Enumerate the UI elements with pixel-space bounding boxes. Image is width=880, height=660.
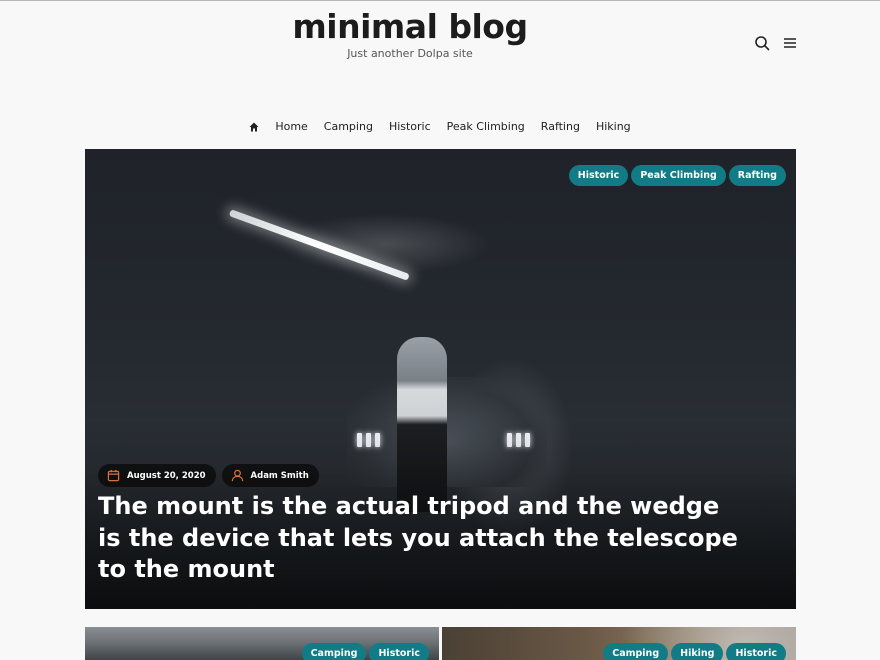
featured-post-title[interactable]: The mount is the actual tripod and the w…	[98, 491, 738, 586]
tag-camping[interactable]: Camping	[603, 643, 669, 660]
nav-item-hiking[interactable]: Hiking	[596, 120, 631, 133]
post-date-text: August 20, 2020	[127, 470, 206, 481]
tag-historic[interactable]: Historic	[369, 643, 429, 660]
post-card-tags: Camping Hiking Historic	[603, 643, 786, 660]
post-card[interactable]: Camping Historic	[85, 627, 439, 660]
main-nav: Home Camping Historic Peak Climbing Raft…	[0, 120, 880, 133]
tag-camping[interactable]: Camping	[301, 643, 367, 660]
hero-image-lamp	[228, 209, 410, 281]
site-description: Just another Dolpa site	[347, 47, 473, 60]
user-icon	[231, 469, 243, 482]
post-card-tags: Camping Historic	[301, 643, 429, 660]
tag-hiking[interactable]: Hiking	[671, 643, 724, 660]
tag-rafting[interactable]: Rafting	[728, 165, 786, 186]
search-icon[interactable]	[754, 35, 770, 51]
nav-item-peak-climbing[interactable]: Peak Climbing	[447, 120, 525, 133]
nav-item-historic[interactable]: Historic	[389, 120, 431, 133]
nav-item-camping[interactable]: Camping	[324, 120, 373, 133]
tag-historic[interactable]: Historic	[568, 165, 629, 186]
calendar-icon	[107, 469, 120, 482]
site-title[interactable]: minimal blog	[0, 7, 820, 46]
featured-post[interactable]: Historic Peak Climbing Rafting August 20…	[85, 149, 796, 609]
header-icons	[754, 35, 798, 51]
post-card[interactable]: Camping Hiking Historic	[442, 627, 796, 660]
post-meta: August 20, 2020 Adam Smith	[98, 464, 319, 487]
menu-icon[interactable]	[782, 35, 798, 51]
post-author[interactable]: Adam Smith	[221, 464, 319, 487]
home-icon[interactable]	[249, 122, 259, 132]
post-author-text: Adam Smith	[250, 470, 309, 481]
nav-item-home[interactable]: Home	[275, 120, 307, 133]
tag-peak-climbing[interactable]: Peak Climbing	[631, 165, 726, 186]
featured-post-tags: Historic Peak Climbing Rafting	[568, 165, 786, 186]
tag-historic[interactable]: Historic	[726, 643, 786, 660]
post-date[interactable]: August 20, 2020	[98, 464, 216, 487]
nav-item-rafting[interactable]: Rafting	[541, 120, 580, 133]
